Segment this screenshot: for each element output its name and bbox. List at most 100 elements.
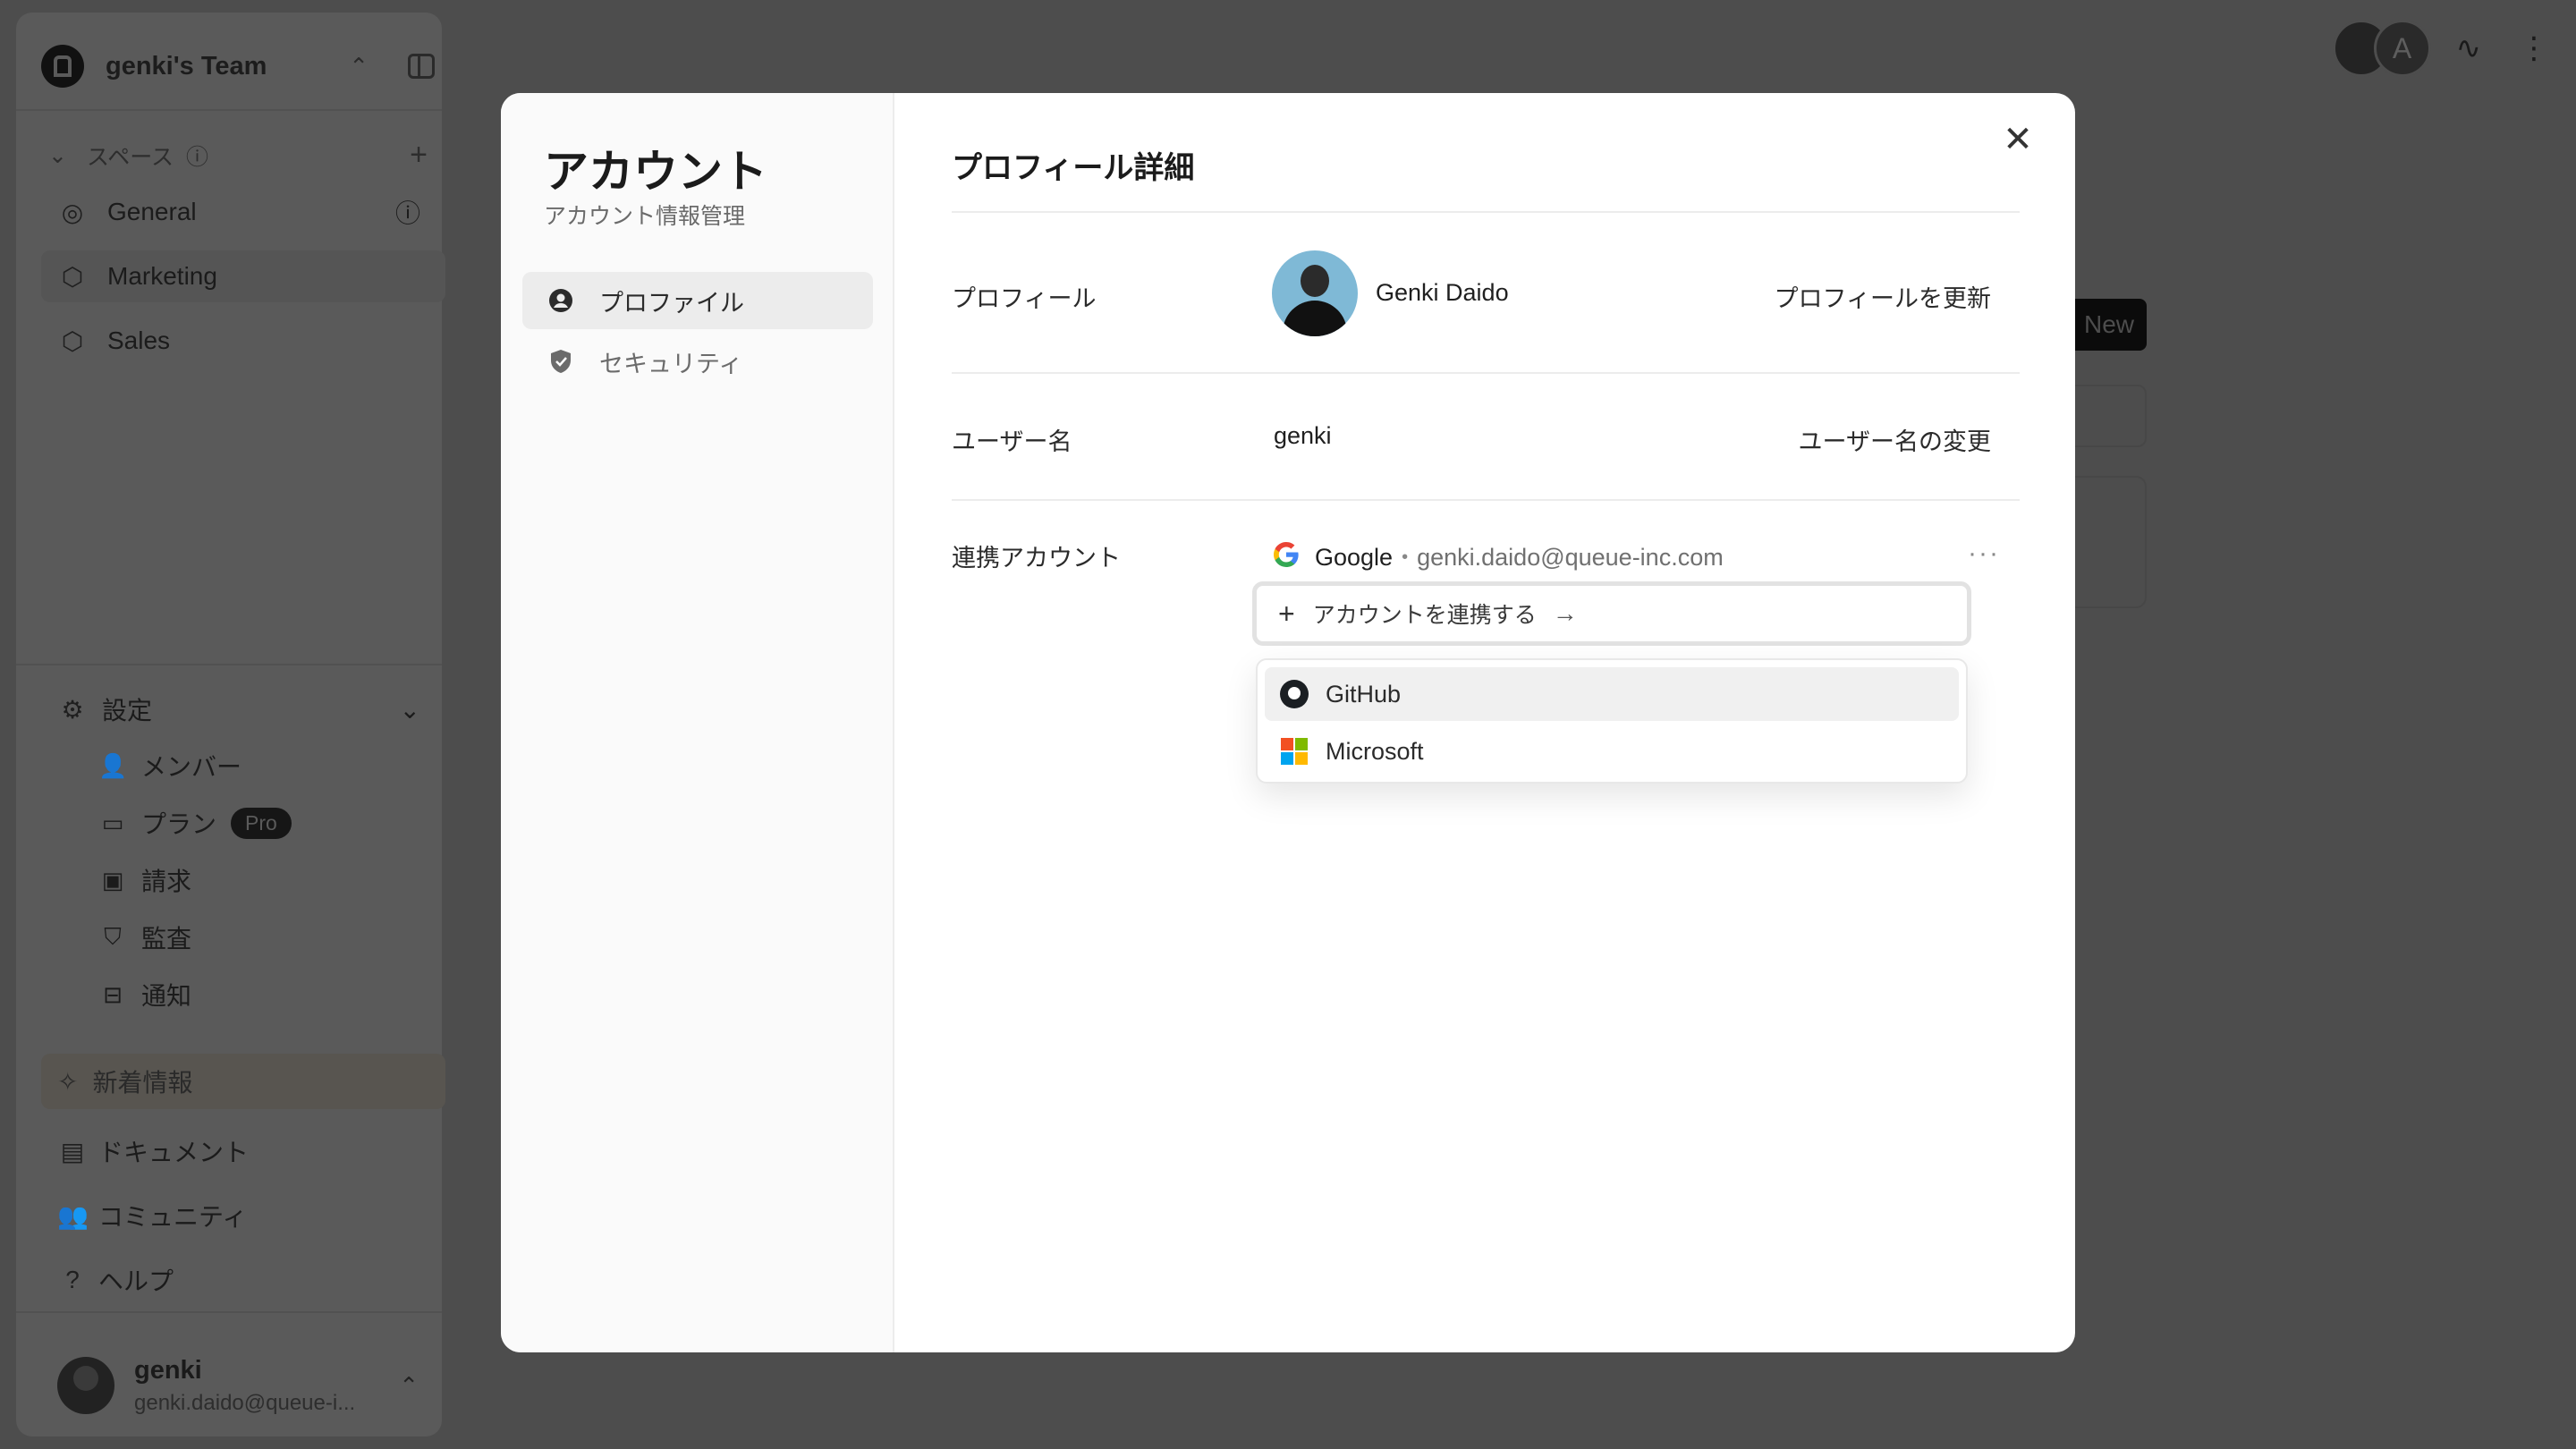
info-icon: ⓘ: [394, 199, 420, 227]
team-name: genki's Team: [106, 51, 267, 80]
settings-item-label: プラン: [141, 810, 217, 838]
provider-dropdown: GitHub Microsoft: [1256, 658, 1968, 784]
chevron-updown-icon: ⌃: [399, 1371, 419, 1399]
connect-account-label: アカウントを連携する: [1312, 603, 1537, 628]
whats-new-label: 新着情報: [92, 1069, 193, 1097]
sidebar-item-help[interactable]: ? ヘルプ: [41, 1254, 445, 1306]
help-icon: ?: [65, 1266, 80, 1293]
username-value: genki: [1274, 422, 1332, 449]
provider-option-label: Microsoft: [1326, 737, 1424, 765]
inbox-icon: ⊟: [103, 980, 123, 1008]
plan-badge: Pro: [231, 807, 292, 839]
document-icon: ▤: [60, 1137, 85, 1165]
user-plus-icon: 👤: [98, 751, 128, 779]
provider-option-github[interactable]: GitHub: [1265, 667, 1959, 721]
background-card: [2066, 385, 2147, 447]
settings-item-label: 監査: [141, 925, 192, 953]
settings-label: 設定: [102, 697, 153, 724]
gear-icon: ⚙: [61, 695, 84, 724]
globe-icon: ◎: [61, 198, 84, 226]
settings-item-plan[interactable]: ▭ プラン Pro: [98, 798, 292, 848]
tab-label: セキュリティ: [599, 350, 743, 377]
whats-new-item[interactable]: ✧ 新着情報: [41, 1054, 445, 1109]
sidebar-item-label: コミュニティ: [98, 1203, 248, 1231]
avatar: A: [2373, 20, 2431, 77]
account-modal: アカウント アカウント情報管理 プロファイル セキュリティ ✕ プロフィール詳細…: [501, 93, 2075, 1352]
settings-item-audit[interactable]: ⛉ 監査: [98, 912, 191, 962]
sidebar-item-general[interactable]: ◎ General ⓘ: [41, 186, 445, 238]
user-menu[interactable]: genki genki.daido@queue-i... ⌃: [41, 1336, 445, 1435]
more-horizontal-icon[interactable]: ···: [1968, 538, 2000, 569]
divider: [16, 664, 442, 665]
spaces-label: スペース: [86, 144, 174, 170]
divider: [16, 109, 442, 111]
separator-dot: •: [1402, 547, 1409, 567]
sidebar-item-label: ヘルプ: [98, 1267, 174, 1295]
linked-email: genki.daido@queue-inc.com: [1417, 544, 1724, 571]
wallet-icon: ▭: [101, 809, 124, 836]
sidebar-item-label: Marketing: [107, 262, 217, 290]
activity-icon[interactable]: ∿: [2456, 30, 2482, 66]
sidebar-item-community[interactable]: 👥 コミュニティ: [41, 1190, 445, 1241]
sparkle-icon: ✧: [57, 1067, 79, 1096]
user-email: genki.daido@queue-i...: [134, 1390, 356, 1415]
info-icon: ⓘ: [185, 144, 208, 170]
user-circle-icon: [547, 287, 574, 314]
google-icon: [1272, 540, 1301, 575]
avatar: [57, 1357, 114, 1414]
shield-icon: ⛉: [104, 923, 122, 950]
connect-account-button[interactable]: + アカウントを連携する →: [1252, 581, 1971, 646]
modal-subtitle: アカウント情報管理: [544, 204, 746, 229]
divider: [952, 372, 2020, 374]
more-vertical-icon[interactable]: ⋮: [2519, 30, 2549, 66]
settings-header[interactable]: ⚙ 設定 ⌄: [41, 683, 445, 735]
tab-profile[interactable]: プロファイル: [522, 272, 873, 329]
chevron-down-icon: ⌄: [48, 142, 67, 168]
plus-icon: +: [1278, 597, 1295, 630]
settings-item-notifications[interactable]: ⊟ 通知: [98, 970, 191, 1020]
divider: [952, 211, 2020, 213]
cube-icon: ⬡: [61, 326, 84, 355]
chevron-down-icon: ⌄: [399, 695, 420, 724]
team-logo-icon: [41, 45, 84, 88]
modal-sidebar: アカウント アカウント情報管理 プロファイル セキュリティ: [501, 93, 894, 1352]
close-icon[interactable]: ✕: [1998, 120, 2038, 159]
section-title: プロフィール詳細: [952, 151, 1195, 185]
update-profile-button[interactable]: プロフィールを更新: [1775, 279, 1991, 314]
sidebar-item-sales[interactable]: ⬡ Sales: [41, 315, 445, 367]
change-username-button[interactable]: ユーザー名の変更: [1799, 422, 1991, 457]
sidebar-item-marketing[interactable]: ⬡ Marketing: [41, 250, 445, 302]
linked-accounts-label: 連携アカウント: [952, 545, 1121, 572]
banknote-icon: ▣: [101, 866, 124, 894]
settings-item-label: メンバー: [141, 753, 242, 781]
avatar[interactable]: [1272, 250, 1358, 336]
team-switcher[interactable]: genki's Team ⌃: [41, 45, 435, 88]
settings-item-label: 通知: [141, 982, 192, 1010]
add-space-icon[interactable]: +: [410, 138, 428, 173]
divider: [952, 499, 2020, 501]
profile-name: Genki Daido: [1376, 279, 1509, 306]
users-icon: 👥: [57, 1201, 89, 1230]
arrow-right-icon: →: [1552, 599, 1578, 627]
sidebar-item-label: ドキュメント: [98, 1139, 250, 1166]
spaces-header[interactable]: ⌄ スペース ⓘ +: [48, 138, 442, 173]
top-right-toolbar: A ∿ ⋮: [2332, 20, 2549, 77]
background-card: [2066, 476, 2147, 608]
cube-icon: ⬡: [61, 262, 84, 291]
linked-google-account: Google • genki.daido@queue-inc.com: [1272, 540, 1724, 575]
sidebar-item-docs[interactable]: ▤ ドキュメント: [41, 1125, 445, 1177]
chevron-updown-icon: ⌃: [349, 52, 369, 80]
sidebar: genki's Team ⌃ ⌄ スペース ⓘ + ◎ General ⓘ ⬡ …: [16, 13, 445, 1436]
sidebar-toggle-icon[interactable]: [408, 54, 435, 79]
settings-item-billing[interactable]: ▣ 請求: [98, 855, 191, 905]
divider: [16, 1311, 442, 1313]
shield-check-icon: [547, 348, 574, 375]
settings-item-members[interactable]: 👤 メンバー: [98, 741, 242, 791]
provider-option-microsoft[interactable]: Microsoft: [1265, 724, 1959, 778]
modal-content: ✕ プロフィール詳細 プロフィール Genki Daido プロフィールを更新 …: [894, 93, 2075, 1352]
provider-name: Google: [1315, 544, 1394, 571]
user-name: genki: [134, 1355, 202, 1385]
sidebar-item-label: General: [107, 198, 197, 225]
tab-security[interactable]: セキュリティ: [522, 333, 873, 390]
avatar-stack[interactable]: A: [2332, 20, 2431, 77]
